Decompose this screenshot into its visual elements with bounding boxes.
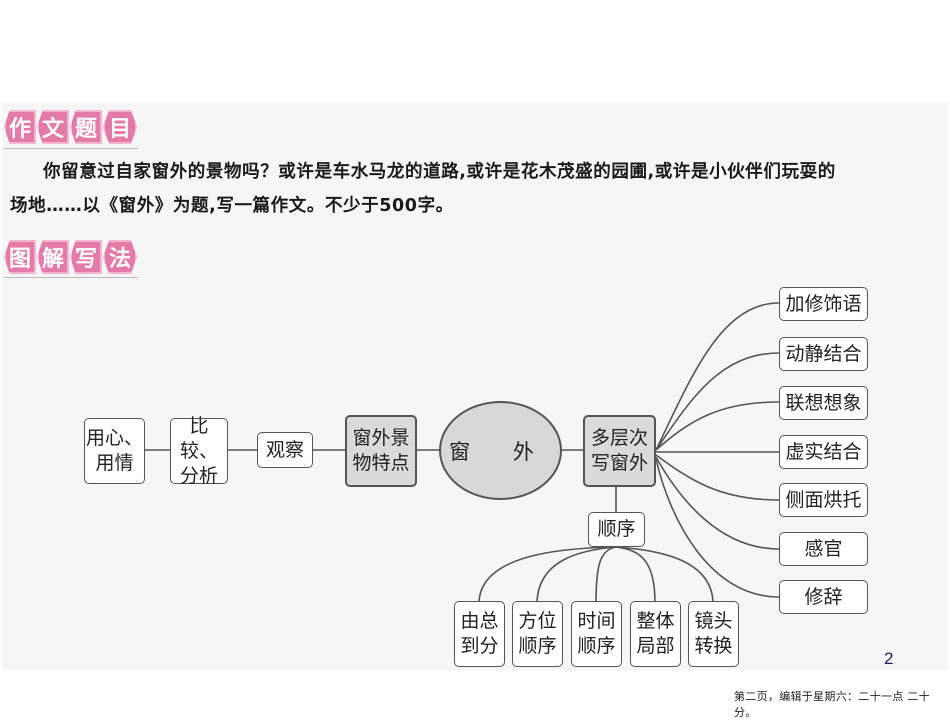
branch-node: 加修饰语 bbox=[779, 287, 868, 321]
connector bbox=[615, 546, 714, 604]
connector bbox=[595, 546, 617, 604]
connector bbox=[655, 401, 780, 451]
order-child-node: 方位 顺序 bbox=[512, 601, 563, 667]
node-yongxin: 用心、 用情 bbox=[84, 418, 145, 484]
node-hub: 多层次 写窗外 bbox=[583, 415, 656, 487]
node-tedian: 窗外景 物特点 bbox=[345, 415, 417, 487]
node-order: 顺序 bbox=[588, 512, 645, 547]
node-guancha: 观察 bbox=[257, 432, 313, 468]
branch-node: 联想想象 bbox=[779, 386, 868, 420]
branch-node: 侧面烘托 bbox=[779, 483, 868, 517]
branch-node: 感官 bbox=[779, 532, 868, 566]
branch-node: 动静结合 bbox=[779, 337, 868, 371]
branch-node: 虚实结合 bbox=[779, 435, 868, 469]
connector bbox=[615, 546, 656, 604]
branch-node: 修辞 bbox=[779, 580, 868, 614]
order-child-node: 由总 到分 bbox=[454, 601, 505, 667]
connector bbox=[655, 456, 780, 550]
connector bbox=[655, 302, 780, 451]
footer-text: 第二页，编辑于星期六：二十一点 二十分。 bbox=[734, 690, 930, 719]
page-number: 2 bbox=[884, 649, 894, 668]
node-bijiao: 比较、 分析 bbox=[170, 415, 228, 487]
connector bbox=[655, 458, 780, 598]
order-child-node: 镜头 转换 bbox=[688, 601, 739, 667]
connector bbox=[536, 546, 617, 604]
order-child-node: 时间 顺序 bbox=[571, 601, 622, 667]
connector bbox=[655, 454, 780, 501]
center-node: 窗 外 bbox=[439, 401, 562, 500]
order-child-node: 整体 局部 bbox=[630, 601, 681, 667]
